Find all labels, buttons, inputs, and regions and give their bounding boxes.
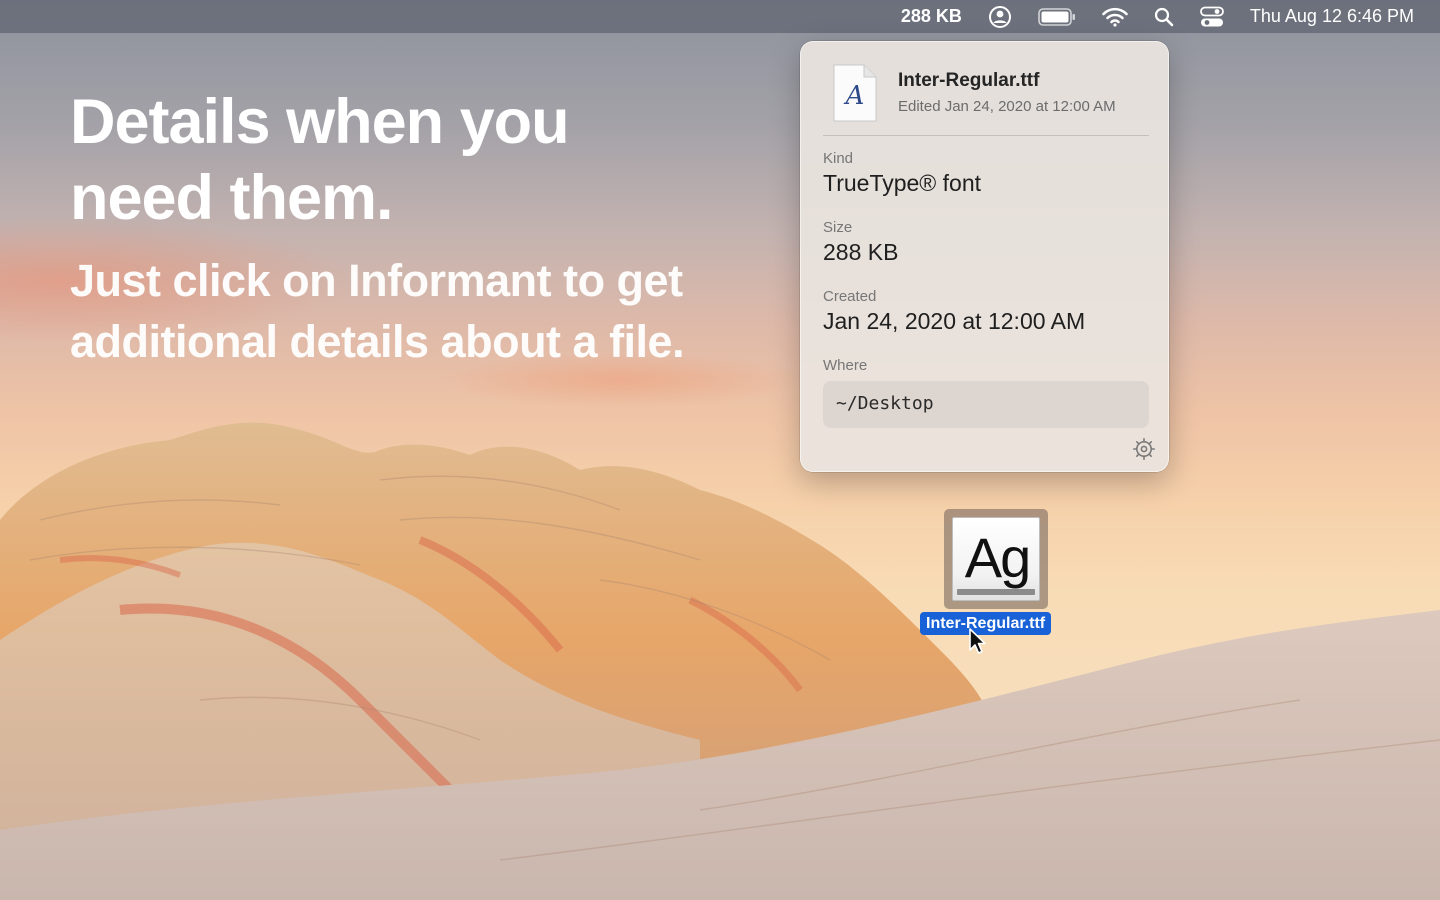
wifi-icon[interactable] [1102, 7, 1128, 27]
size-value: 288 KB [823, 239, 899, 265]
menubar-clock[interactable]: Thu Aug 12 6:46 PM [1250, 6, 1414, 27]
font-preview-tile: Ag [952, 517, 1040, 601]
popover-file-name: Inter-Regular.ttf [898, 70, 1040, 91]
created-label: Created [823, 288, 877, 305]
headline: Details when you need them. [70, 84, 710, 236]
headline-line-1: Details when you [70, 87, 570, 157]
spotlight-search-icon[interactable] [1154, 7, 1174, 27]
svg-text:A: A [844, 81, 865, 111]
size-label: Size [823, 219, 853, 236]
headline-line-2: need them. [70, 163, 394, 233]
informant-popover: A Inter-Regular.ttf Edited Jan 24, 2020 … [800, 41, 1169, 472]
informant-icon[interactable] [988, 5, 1012, 29]
font-preview-bar [957, 589, 1035, 595]
created-value: Jan 24, 2020 at 12:00 AM [823, 308, 1086, 334]
kind-value: TrueType® font [823, 170, 982, 196]
popover-header: A Inter-Regular.ttf Edited Jan 24, 2020 … [823, 62, 1149, 136]
battery-icon[interactable] [1038, 7, 1076, 26]
where-path[interactable]: ~/Desktop [823, 381, 1149, 428]
subheadline-line-1: Just click on Informant to get [70, 255, 683, 306]
font-file-icon: A [833, 64, 877, 122]
mouse-pointer-icon [969, 628, 986, 654]
menubar-file-size[interactable]: 288 KB [901, 6, 962, 27]
control-center-icon[interactable] [1199, 6, 1224, 28]
subheadline: Just click on Informant to get additiona… [70, 250, 750, 372]
subheadline-line-2: additional details about a file. [70, 316, 685, 367]
desktop-font-file-icon[interactable]: Ag [944, 509, 1048, 609]
kind-label: Kind [823, 150, 854, 167]
where-label: Where [823, 357, 868, 374]
settings-gear-icon[interactable] [1132, 437, 1156, 461]
font-preview-glyph: Ag [964, 526, 1032, 589]
menu-bar: 288 KB Thu Aug 12 6:46 PM [0, 0, 1440, 33]
popover-edited-date: Edited Jan 24, 2020 at 12:00 AM [898, 98, 1116, 115]
